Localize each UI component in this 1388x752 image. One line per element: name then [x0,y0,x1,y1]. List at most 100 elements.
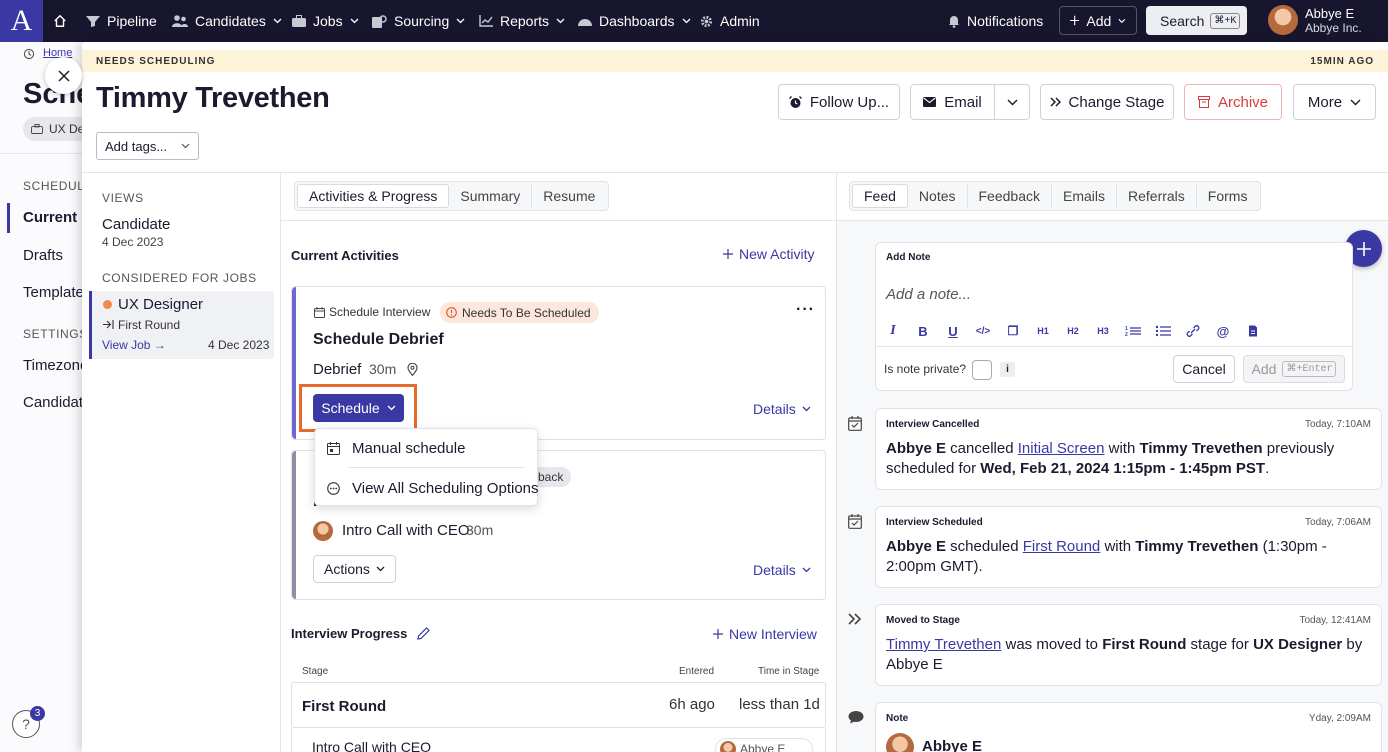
menu-item-view-all-options[interactable]: View All Scheduling Options [315,469,539,507]
italic-icon[interactable]: I [884,323,902,339]
job-item[interactable]: UX Designer First Round View Job → 4 Dec… [89,291,274,359]
bg-nav-timezone[interactable]: Timezone [23,357,82,374]
heading1-icon[interactable]: H1 [1034,326,1052,336]
divider [876,346,1354,347]
schedule-dropdown-menu: Manual schedule View All Scheduling Opti… [314,428,539,507]
home-icon[interactable] [53,0,67,42]
menu-item-manual-schedule[interactable]: Manual schedule [315,429,539,467]
bold-icon[interactable]: B [914,324,932,339]
user-name[interactable]: Abbye E [1305,6,1354,21]
tab-referrals[interactable]: Referrals [1117,184,1197,208]
tab-emails[interactable]: Emails [1052,184,1117,208]
nav-dashboards[interactable]: Dashboards [578,0,691,42]
view-job-link[interactable]: View Job → [102,338,166,352]
nav-admin[interactable]: Admin [700,0,760,42]
people-icon [172,14,188,27]
note-input[interactable]: Add a note... [886,286,971,303]
plus-icon [1070,15,1080,26]
nav-jobs[interactable]: Jobs [292,0,359,42]
info-icon[interactable]: i [1000,362,1015,377]
nav-candidates[interactable]: Candidates [172,0,282,42]
feed-item-body: Abbye E cancelled Initial Screen with Ti… [886,439,1367,479]
tab-forms[interactable]: Forms [1197,184,1259,208]
table-row: Intro Call with CEO Abbye E [291,728,826,752]
change-stage-button[interactable]: Change Stage [1040,84,1174,120]
status-dot [103,300,112,309]
search-button[interactable]: Search ⌘+K [1146,6,1247,35]
nav-label: Pipeline [107,13,157,29]
tab-feedback[interactable]: Feedback [968,184,1052,208]
app-logo[interactable]: A [0,0,43,42]
feed-link[interactable]: First Round [1023,538,1101,555]
feed-tabs: Feed Notes Feedback Emails Referrals For… [849,181,1262,211]
follow-up-button[interactable]: Follow Up... [778,84,900,120]
calendar-check-icon [848,416,862,431]
code-block-icon[interactable]: ❐ [1004,324,1022,338]
feed-item: Interview Scheduled Today, 7:06AM Abbye … [875,506,1382,588]
feed-item-body: Abbye E scheduled First Round with Timmy… [886,537,1367,577]
feed-link[interactable]: Timmy Trevethen [886,636,1001,653]
briefcase-icon [31,124,43,134]
underline-icon[interactable]: U [944,324,962,339]
bg-nav-templates[interactable]: Template [23,284,82,301]
add-label: Add [1086,12,1112,29]
bg-job-chip[interactable]: UX De [23,117,82,141]
add-button[interactable]: Add [1059,6,1137,35]
add-note-button[interactable]: Add ⌘+Enter [1243,355,1345,383]
tab-resume[interactable]: Resume [532,184,606,208]
bg-nav-drafts[interactable]: Drafts [23,247,63,264]
bg-nav-candidate[interactable]: Candidat [23,394,82,411]
close-icon [57,69,70,82]
feed-text: Timmy Trevethen [1139,440,1263,457]
heading2-icon[interactable]: H2 [1064,326,1082,336]
feed-item: Moved to Stage Today, 12:41AM Timmy Trev… [875,604,1382,686]
nav-label: Sourcing [394,13,450,29]
tab-notes[interactable]: Notes [908,184,968,208]
cancel-button[interactable]: Cancel [1173,355,1235,383]
nav-pipeline[interactable]: Pipeline [86,0,157,42]
nav-reports[interactable]: Reports [479,0,565,42]
email-button[interactable]: Email [910,84,995,120]
feed-item-date: Yday, 2:09AM [1308,713,1371,724]
stage-entered: 6h ago [669,696,715,713]
notifications-button[interactable]: Notifications [948,0,1043,42]
link-icon[interactable] [1184,325,1202,337]
chat-bubble-icon [848,711,864,724]
more-actions-icon[interactable]: ··· [796,301,815,319]
chevron-down-icon [682,18,690,24]
tab-summary[interactable]: Summary [449,184,533,208]
archive-button[interactable]: Archive [1184,84,1282,120]
heading3-icon[interactable]: H3 [1094,326,1112,336]
details-toggle[interactable]: Details [753,401,811,417]
schedule-button[interactable]: Schedule [313,394,404,422]
tab-activities[interactable]: Activities & Progress [297,184,450,208]
more-circle-icon [327,481,340,495]
view-job-label: View Job [102,338,151,352]
bullet-list-icon[interactable] [1154,325,1172,337]
mention-icon[interactable]: @ [1214,324,1232,339]
ordered-list-icon[interactable]: 12 [1124,325,1142,337]
bg-nav-current[interactable]: Current [23,209,77,226]
user-avatar[interactable] [1268,5,1298,35]
email-dropdown-button[interactable] [994,84,1030,120]
tab-feed[interactable]: Feed [852,184,908,208]
more-button[interactable]: More [1293,84,1376,120]
code-icon[interactable]: </> [974,326,992,337]
nav-sourcing[interactable]: Sourcing [372,0,465,42]
details-toggle[interactable]: Details [753,562,811,578]
interviewer-chip: Abbye E [715,738,813,752]
email-label: Email [944,93,982,111]
feed-item-body: Timmy Trevethen was moved to First Round… [886,635,1367,675]
private-checkbox[interactable] [972,360,992,380]
feed-item: Note Yday, 2:09AM Abbye E [875,702,1382,752]
add-tags-select[interactable]: Add tags... [96,132,199,160]
feed-link[interactable]: Initial Screen [1018,440,1105,457]
nav-label: Candidates [195,13,266,29]
new-interview-button[interactable]: New Interview [713,626,817,642]
notifications-label: Notifications [967,13,1044,29]
new-activity-button[interactable]: New Activity [723,246,814,262]
actions-button[interactable]: Actions [313,555,396,583]
close-drawer-button[interactable] [45,57,82,94]
document-icon[interactable] [1244,325,1262,337]
view-candidate[interactable]: Candidate [102,216,170,233]
